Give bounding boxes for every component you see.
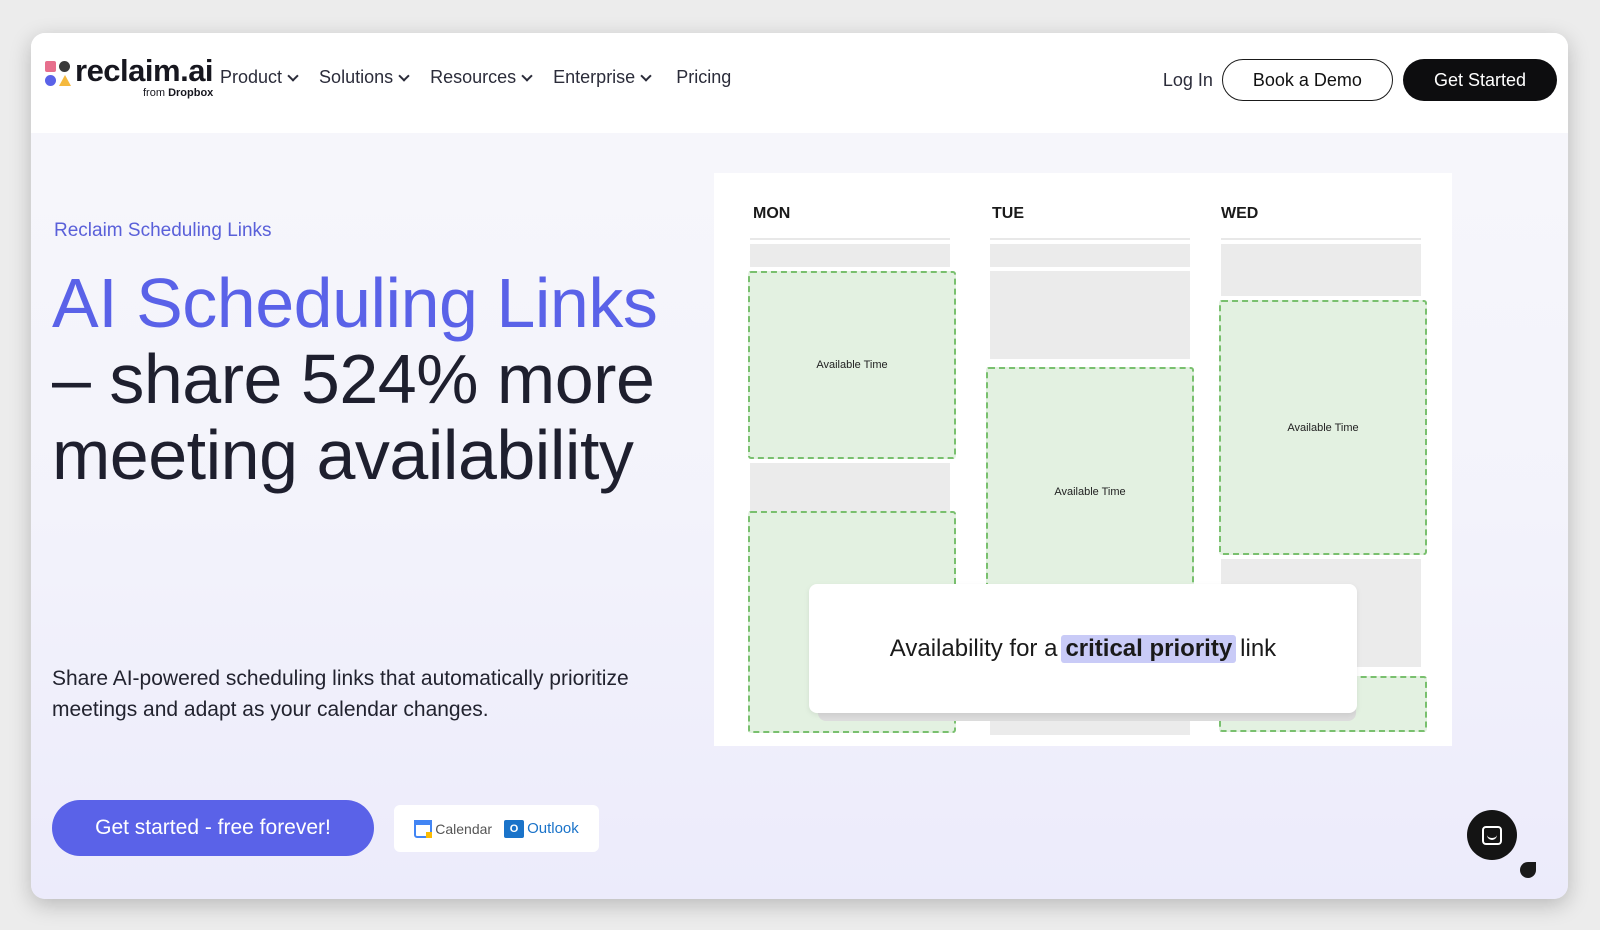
integration-badges: Calendar O Outlook <box>394 805 599 852</box>
busy-block <box>1221 244 1421 296</box>
day-label-wed: WED <box>1221 205 1259 222</box>
chevron-down-icon <box>287 69 299 82</box>
menu-label: Enterprise <box>553 67 636 87</box>
day-label-tue: TUE <box>992 205 1024 222</box>
headline-accent: AI Scheduling Links <box>52 264 658 342</box>
menu-item-pricing[interactable]: Pricing <box>676 67 731 88</box>
logo-subtitle: from Dropbox <box>143 87 214 99</box>
busy-block <box>990 244 1190 267</box>
chevron-down-icon <box>521 69 533 82</box>
browser-window: reclaim.ai from Dropbox Product Solution… <box>31 33 1568 899</box>
headline-rest: – share 524% more meeting availability <box>52 340 655 494</box>
google-calendar-label: Calendar <box>435 820 493 837</box>
outlook-icon: O <box>504 819 525 838</box>
chevron-down-icon <box>640 69 652 82</box>
column-divider <box>990 238 1190 240</box>
menu-item-enterprise[interactable]: Enterprise <box>553 67 652 88</box>
google-calendar-badge: Calendar <box>414 819 493 838</box>
column-divider <box>750 238 950 240</box>
main-menu: Product Solutions Resources Enterprise P… <box>220 67 731 88</box>
day-label-mon: MON <box>753 205 791 222</box>
corner-decoration <box>1520 862 1536 878</box>
menu-label: Pricing <box>676 67 732 87</box>
outlook-badge: O Outlook <box>504 819 579 838</box>
busy-block <box>750 244 950 267</box>
chat-icon <box>1482 825 1502 845</box>
chevron-down-icon <box>398 69 410 82</box>
get-started-free-button[interactable]: Get started - free forever! <box>52 800 374 856</box>
logo-mark-icon <box>45 61 71 87</box>
menu-item-resources[interactable]: Resources <box>430 67 533 88</box>
calendar-illustration: MON TUE WED Available Time Available Tim… <box>714 173 1452 746</box>
menu-item-solutions[interactable]: Solutions <box>319 67 410 88</box>
popup-prefix: Availability for a <box>889 634 1058 662</box>
menu-label: Solutions <box>319 67 394 87</box>
menu-item-product[interactable]: Product <box>220 67 299 88</box>
chat-launcher-button[interactable] <box>1467 810 1517 860</box>
outlook-label: Outlook <box>527 820 579 837</box>
available-slot: Available Time <box>986 367 1194 617</box>
popup-highlight: critical priority <box>1061 634 1237 663</box>
popup-suffix: link <box>1240 634 1277 662</box>
menu-label: Product <box>220 67 283 87</box>
logo-wordmark: reclaim.ai <box>75 53 214 88</box>
hero-eyebrow: Reclaim Scheduling Links <box>54 220 272 241</box>
menu-label: Resources <box>430 67 517 87</box>
priority-popup: Availability for a critical priority lin… <box>809 584 1357 713</box>
nav-actions: Log In Book a Demo Get Started <box>1163 59 1557 101</box>
get-started-button[interactable]: Get Started <box>1402 59 1557 101</box>
hero-description: Share AI-powered scheduling links that a… <box>52 667 629 721</box>
book-demo-button[interactable]: Book a Demo <box>1221 59 1393 101</box>
reclaim-logo[interactable]: reclaim.ai from Dropbox <box>45 53 215 107</box>
available-slot: Available Time <box>1219 300 1427 555</box>
hero-headline: AI Scheduling Links – share 524% more me… <box>52 265 692 493</box>
busy-block <box>750 463 950 511</box>
top-nav: reclaim.ai from Dropbox Product Solution… <box>31 33 1568 133</box>
busy-block <box>990 271 1190 359</box>
column-divider <box>1221 238 1421 240</box>
google-calendar-icon <box>414 819 433 838</box>
available-slot: Available Time <box>748 271 956 459</box>
login-link[interactable]: Log In <box>1163 70 1213 91</box>
